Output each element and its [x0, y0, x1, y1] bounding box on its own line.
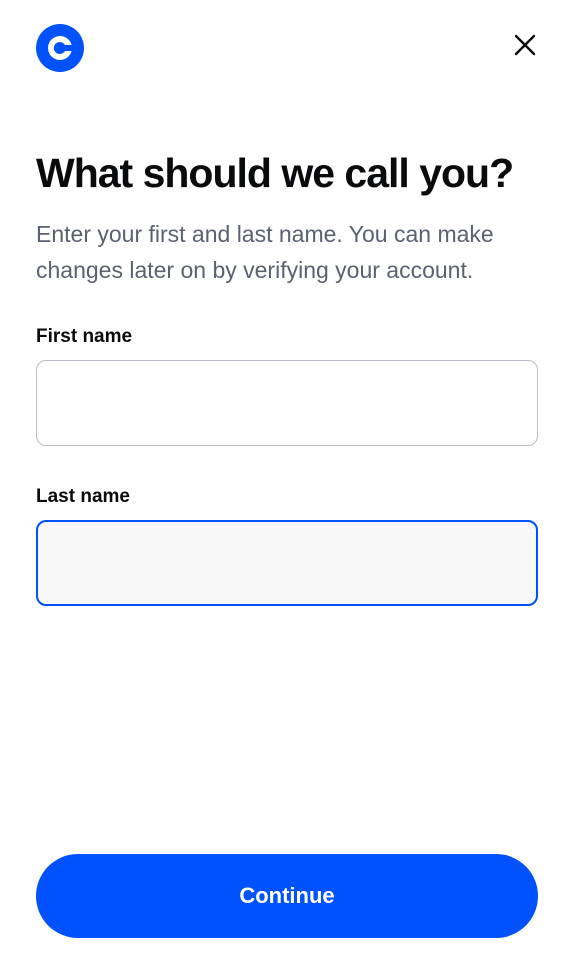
last-name-field[interactable] — [36, 520, 538, 606]
first-name-field[interactable] — [36, 360, 538, 446]
page-title: What should we call you? — [36, 150, 514, 196]
close-icon — [514, 34, 536, 61]
coinbase-logo-icon — [36, 24, 84, 72]
name-entry-screen: What should we call you? Enter your firs… — [0, 0, 574, 967]
continue-button[interactable]: Continue — [36, 854, 538, 938]
first-name-label: First name — [36, 326, 133, 347]
page-subtitle: Enter your first and last name. You can … — [36, 221, 494, 283]
close-button[interactable] — [508, 30, 542, 64]
last-name-label: Last name — [36, 486, 130, 507]
